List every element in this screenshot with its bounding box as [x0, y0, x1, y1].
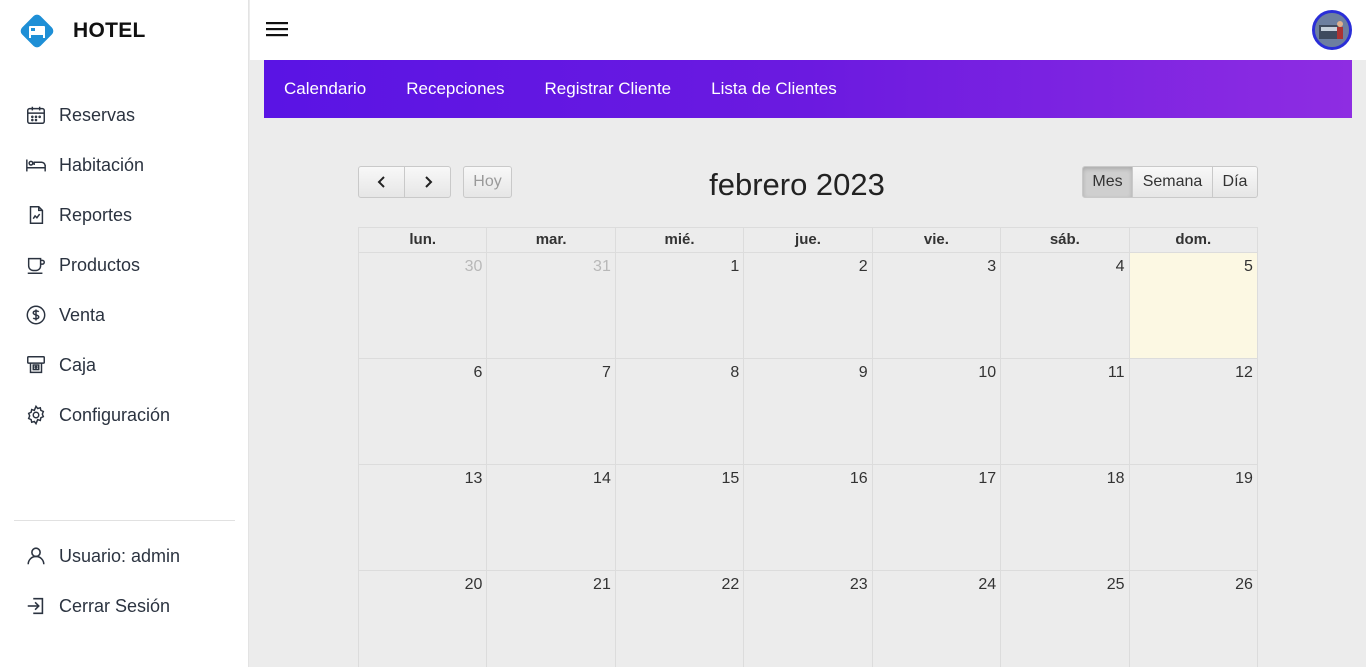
- day-cell[interactable]: 17: [872, 465, 1002, 571]
- prev-month-button[interactable]: [358, 166, 405, 198]
- day-cell[interactable]: 1: [615, 253, 745, 359]
- day-cell[interactable]: 7: [487, 359, 616, 465]
- tab-lista-de-clientes[interactable]: Lista de Clientes: [711, 79, 837, 99]
- day-cell[interactable]: 19: [1129, 465, 1258, 571]
- top-nav: Calendario Recepciones Registrar Cliente…: [264, 60, 1352, 118]
- day-cell[interactable]: 10: [872, 359, 1002, 465]
- weekday-label: mié.: [615, 228, 745, 253]
- weekday-header: lun. mar. mié. jue. vie. sáb. dom.: [358, 227, 1258, 253]
- sidebar-bottom: Usuario: admin Cerrar Sesión: [24, 531, 180, 631]
- view-week-button[interactable]: Semana: [1132, 166, 1213, 198]
- sidebar-item-label: Cerrar Sesión: [59, 595, 171, 616]
- sidebar-item-label: Reportes: [59, 204, 133, 225]
- sidebar-item-label: Usuario: admin: [59, 545, 181, 566]
- user-icon: [24, 544, 48, 568]
- sidebar-divider: [14, 520, 235, 521]
- sidebar-item-habitacion[interactable]: Habitación: [24, 140, 170, 190]
- sidebar-item-reportes[interactable]: Reportes: [24, 190, 170, 240]
- sidebar-nav: Reservas Habitación Reportes Productos V…: [24, 90, 170, 440]
- sidebar-item-label: Habitación: [59, 154, 145, 175]
- sidebar-item-label: Productos: [59, 254, 141, 275]
- day-cell[interactable]: 26: [1130, 571, 1258, 667]
- dollar-icon: [24, 303, 48, 327]
- day-cell[interactable]: 13: [359, 465, 488, 571]
- weekday-label: mar.: [487, 228, 616, 253]
- weekday-label: sáb.: [1001, 228, 1130, 253]
- next-month-button[interactable]: [404, 166, 451, 198]
- chevron-right-icon: [424, 176, 432, 188]
- weekday-label: vie.: [872, 228, 1002, 253]
- sidebar-item-caja[interactable]: Caja: [24, 340, 170, 390]
- day-cell[interactable]: 20: [359, 571, 488, 667]
- weekday-label: jue.: [744, 228, 873, 253]
- top-header: [250, 0, 1366, 60]
- day-cell[interactable]: 31: [487, 253, 616, 359]
- sidebar-item-venta[interactable]: Venta: [24, 290, 170, 340]
- day-cell[interactable]: 8: [615, 359, 745, 465]
- calendar-grid: lun. mar. mié. jue. vie. sáb. dom. 30 31…: [358, 227, 1258, 667]
- day-cell[interactable]: 11: [1001, 359, 1130, 465]
- sidebar-item-productos[interactable]: Productos: [24, 240, 170, 290]
- week-row: 13 14 15 16 17 18 19: [358, 465, 1258, 571]
- day-cell[interactable]: 30: [359, 253, 488, 359]
- gear-icon: [24, 403, 48, 427]
- day-cell[interactable]: 14: [487, 465, 616, 571]
- week-row: 20 21 22 23 24 25 26: [358, 571, 1258, 667]
- week-row: 30 31 1 2 3 4 5: [358, 253, 1258, 359]
- calendar-icon: [24, 103, 48, 127]
- day-cell[interactable]: 15: [615, 465, 745, 571]
- week-row: 6 7 8 9 10 11 12: [358, 359, 1258, 465]
- day-cell[interactable]: 12: [1129, 359, 1258, 465]
- sidebar-item-label: Reservas: [59, 104, 136, 125]
- hotel-logo-icon: [20, 14, 54, 48]
- logout-icon: [24, 594, 48, 618]
- day-cell[interactable]: 22: [616, 571, 745, 667]
- tab-registrar-cliente[interactable]: Registrar Cliente: [545, 79, 672, 99]
- tab-calendario[interactable]: Calendario: [284, 79, 366, 99]
- day-cell[interactable]: 16: [744, 465, 873, 571]
- chevron-left-icon: [377, 176, 385, 188]
- day-cell[interactable]: 23: [744, 571, 873, 667]
- day-cell[interactable]: 18: [1001, 465, 1130, 571]
- day-cell[interactable]: 5: [1129, 253, 1258, 359]
- weekday-label: dom.: [1129, 228, 1258, 253]
- view-month-button[interactable]: Mes: [1082, 166, 1133, 198]
- cup-icon: [24, 253, 48, 277]
- today-button[interactable]: Hoy: [463, 166, 512, 198]
- brand-name: HOTEL: [73, 19, 146, 42]
- sidebar-item-reservas[interactable]: Reservas: [24, 90, 170, 140]
- day-cell[interactable]: 9: [744, 359, 873, 465]
- view-day-button[interactable]: Día: [1212, 166, 1258, 198]
- day-cell[interactable]: 25: [1001, 571, 1130, 667]
- day-cell[interactable]: 21: [487, 571, 616, 667]
- cash-register-icon: [24, 353, 48, 377]
- sidebar-item-label: Caja: [59, 354, 97, 375]
- tab-recepciones[interactable]: Recepciones: [406, 79, 504, 99]
- brand[interactable]: HOTEL: [18, 12, 146, 50]
- day-cell[interactable]: 4: [1001, 253, 1130, 359]
- sidebar-item-usuario[interactable]: Usuario: admin: [24, 531, 180, 581]
- sidebar-item-cerrar-sesion[interactable]: Cerrar Sesión: [24, 581, 180, 631]
- sidebar-item-configuracion[interactable]: Configuración: [24, 390, 170, 440]
- sidebar-item-label: Venta: [59, 304, 106, 325]
- hamburger-menu-icon[interactable]: [264, 17, 290, 41]
- avatar[interactable]: [1312, 10, 1352, 50]
- report-icon: [24, 203, 48, 227]
- sidebar-item-label: Configuración: [59, 404, 171, 425]
- day-cell[interactable]: 6: [359, 359, 488, 465]
- day-cell[interactable]: 2: [744, 253, 873, 359]
- day-cell[interactable]: 24: [873, 571, 1002, 667]
- day-cell[interactable]: 3: [872, 253, 1002, 359]
- weekday-label: lun.: [359, 228, 488, 253]
- sidebar: HOTEL Reservas Habitación Reportes Produ…: [0, 0, 249, 667]
- bed-icon: [24, 153, 48, 177]
- calendar-title: febrero 2023: [709, 167, 885, 202]
